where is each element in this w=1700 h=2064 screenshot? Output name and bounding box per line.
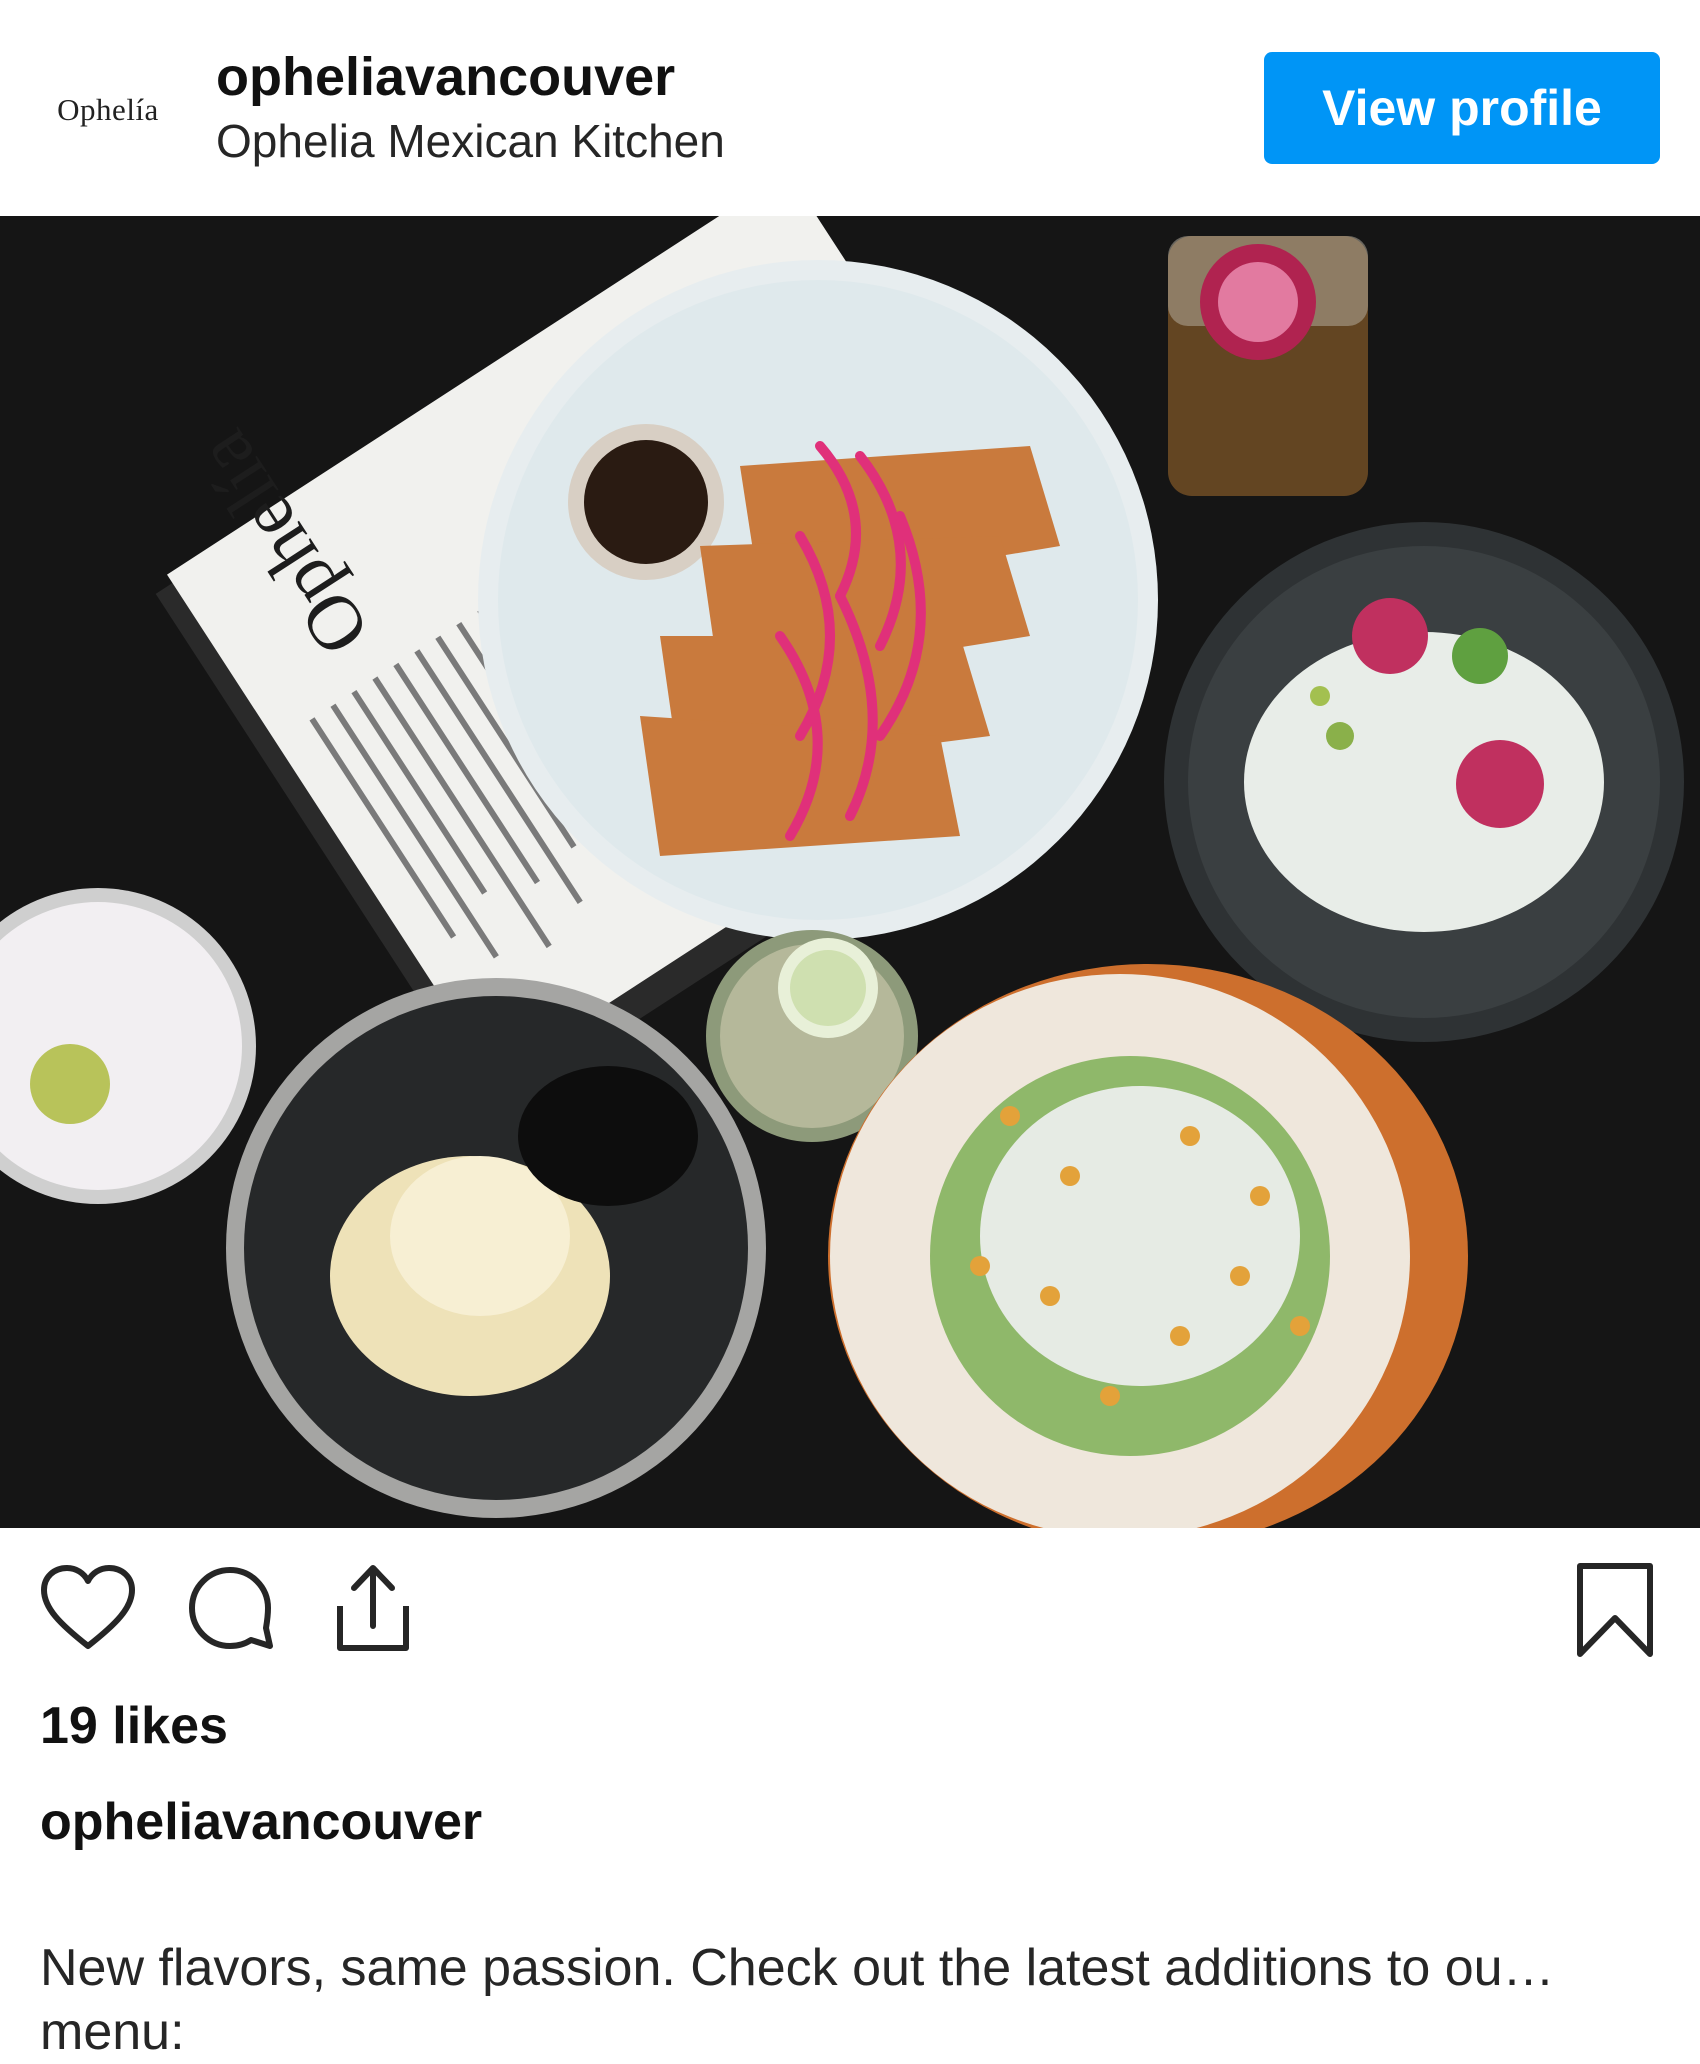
caption-line-2: menu: [40, 2003, 185, 2061]
caption-username[interactable]: opheliavancouver [40, 1796, 482, 1848]
food-photo: Ophelía [0, 216, 1700, 1528]
avatar[interactable]: Ophelía [48, 50, 168, 170]
salad-plate [828, 964, 1468, 1528]
iced-drink [1168, 236, 1368, 496]
comment-icon[interactable] [180, 1560, 280, 1656]
username[interactable]: opheliavancouver [216, 50, 675, 104]
avatar-logo-text: Ophelía [57, 92, 159, 127]
taco-plate [478, 260, 1158, 940]
ceviche-bowl [1164, 522, 1684, 1042]
fish-bowl [226, 978, 766, 1518]
bookmark-icon[interactable] [1570, 1560, 1660, 1660]
view-profile-button[interactable]: View profile [1264, 52, 1660, 164]
post-image[interactable]: Ophelía [0, 216, 1700, 1528]
share-icon[interactable] [326, 1560, 420, 1656]
post-actions [0, 1528, 1700, 1668]
post-header: Ophelía opheliavancouver Ophelia Mexican… [0, 0, 1700, 216]
caption-text: New flavors, same passion. Check out the… [40, 1936, 1680, 2064]
display-name: Ophelia Mexican Kitchen [216, 115, 725, 167]
like-count[interactable]: 19 likes [40, 1700, 228, 1752]
heart-icon[interactable] [38, 1560, 138, 1656]
caption-line-1: New flavors, same passion. Check out the… [40, 1939, 1555, 1997]
